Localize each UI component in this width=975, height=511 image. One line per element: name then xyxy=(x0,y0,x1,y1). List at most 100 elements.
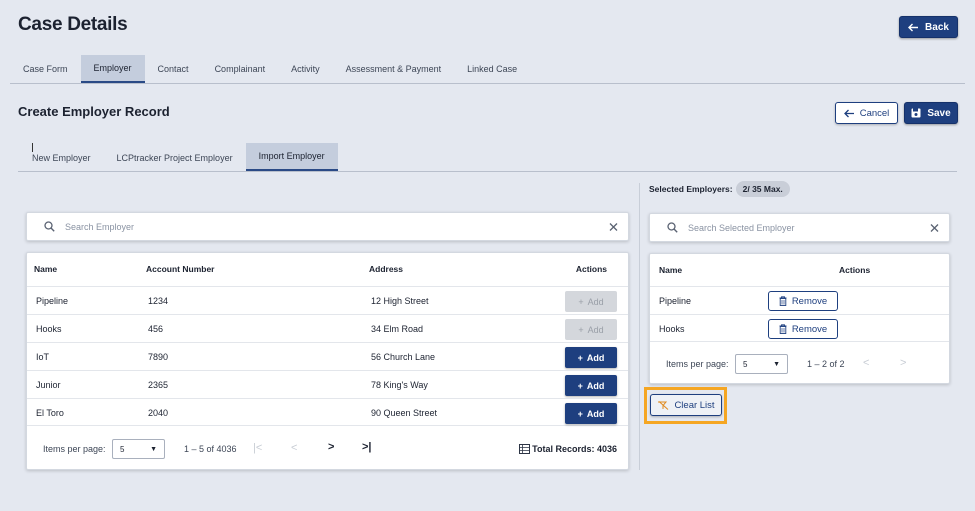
cell-address: 34 Elm Road xyxy=(371,324,424,334)
table-row: IoT 7890 56 Church Lane + Add xyxy=(27,342,628,370)
page-range: 1 – 5 of 4036 xyxy=(184,444,237,454)
tab-label: Assessment & Payment xyxy=(345,64,442,74)
cell-account: 2040 xyxy=(148,408,169,418)
cell-address: 12 High Street xyxy=(371,296,429,306)
tab-activity[interactable]: Activity xyxy=(278,55,333,83)
paginator: Items per page: xyxy=(43,439,106,459)
total-records-label: Total Records: 4036 xyxy=(532,444,617,454)
tab-complainant[interactable]: Complainant xyxy=(202,55,279,83)
page-size-select[interactable]: 5 ▼ xyxy=(112,439,165,459)
column-header-name: Name xyxy=(659,265,683,275)
tab-label: Complainant xyxy=(214,64,266,74)
tab-label: Employer xyxy=(93,63,132,73)
tab-label: Activity xyxy=(291,64,320,74)
previous-page-icon[interactable]: < xyxy=(291,442,297,454)
cell-account: 7890 xyxy=(148,352,169,362)
cell-address: 78 King's Way xyxy=(371,380,428,390)
column-header-name: Name xyxy=(34,264,58,274)
back-button[interactable]: Back xyxy=(899,16,958,38)
tabs-divider xyxy=(10,83,965,84)
last-page-icon[interactable]: >| xyxy=(362,441,372,453)
cell-name: Hooks xyxy=(36,324,62,334)
tab-import-employer[interactable]: Import Employer xyxy=(245,143,338,171)
employer-table: Name Account Number Address Actions Pipe… xyxy=(26,252,629,470)
items-per-page-label: Items per page: xyxy=(666,359,729,369)
trash-icon xyxy=(779,296,787,306)
tab-linked-case[interactable]: Linked Case xyxy=(454,55,530,83)
tab-case-form[interactable]: Case Form xyxy=(10,55,81,83)
save-label: Save xyxy=(927,107,951,119)
table-row: Hooks 456 34 Elm Road + Add xyxy=(27,314,628,342)
page-range: 1 – 2 of 2 xyxy=(807,359,845,369)
clear-list-label: Clear List xyxy=(674,399,715,411)
add-label: Add xyxy=(586,380,605,391)
table-row: Hooks Remove xyxy=(650,314,949,342)
search-icon xyxy=(44,221,55,232)
add-label: Add xyxy=(587,324,604,335)
tab-new-employer[interactable]: New Employer xyxy=(20,143,104,171)
next-page-icon[interactable]: > xyxy=(328,441,334,453)
tab-label: Linked Case xyxy=(467,64,518,74)
items-per-page-label: Items per page: xyxy=(43,444,106,454)
arrow-left-icon xyxy=(843,109,855,118)
selected-employers-header: Selected Employers: 2/ 35 Max. xyxy=(649,181,790,197)
page-size-value: 5 xyxy=(120,444,125,454)
remove-label: Remove xyxy=(791,295,828,307)
table-row: El Toro 2040 90 Queen Street + Add xyxy=(27,398,628,426)
add-button[interactable]: + Add xyxy=(565,347,617,368)
tab-contact[interactable]: Contact xyxy=(145,55,202,83)
clear-search-icon[interactable] xyxy=(930,223,939,232)
tab-assessment-payment[interactable]: Assessment & Payment xyxy=(333,55,455,83)
tab-label: Contact xyxy=(157,64,189,74)
selected-search-input[interactable]: Search Selected Employer xyxy=(688,223,795,233)
add-button[interactable]: + Add xyxy=(565,291,617,312)
section-title: Create Employer Record xyxy=(18,104,170,119)
search-input[interactable]: Search Employer xyxy=(65,222,134,232)
page-size-value: 5 xyxy=(743,359,748,369)
plus-icon: + xyxy=(577,408,583,419)
cancel-button[interactable]: Cancel xyxy=(835,102,898,124)
cell-account: 456 xyxy=(148,324,164,334)
next-page-icon[interactable]: > xyxy=(900,357,906,369)
clear-search-icon[interactable] xyxy=(609,222,618,231)
cell-address: 56 Church Lane xyxy=(371,352,436,362)
selected-employer-search[interactable]: Search Selected Employer xyxy=(649,213,950,242)
panel-divider xyxy=(639,183,640,470)
plus-icon: + xyxy=(578,324,584,335)
add-button[interactable]: + Add xyxy=(565,375,617,396)
column-header-actions: Actions xyxy=(575,264,607,274)
caret-down-icon: ▼ xyxy=(773,360,780,368)
tab-employer[interactable]: Employer xyxy=(80,55,145,83)
table-row: Junior 2365 78 King's Way + Add xyxy=(27,370,628,398)
cell-name: Pipeline xyxy=(659,296,692,306)
page-size-select[interactable]: 5 ▼ xyxy=(735,354,788,374)
plus-icon: + xyxy=(577,352,583,363)
back-label: Back xyxy=(925,21,949,33)
cell-name: El Toro xyxy=(36,408,64,418)
add-button[interactable]: + Add xyxy=(565,403,617,424)
add-button[interactable]: + Add xyxy=(565,319,617,340)
cell-name: Junior xyxy=(36,380,61,390)
add-label: Add xyxy=(587,296,604,307)
trash-icon xyxy=(779,324,787,334)
save-button[interactable]: Save xyxy=(904,102,958,124)
tab-label: Case Form xyxy=(23,64,68,74)
column-header-actions: Actions xyxy=(839,265,871,275)
sub-tabs: New Employer LCPtracker Project Employer… xyxy=(20,143,338,171)
remove-button[interactable]: Remove xyxy=(768,319,838,339)
clear-list-button[interactable]: Clear List xyxy=(650,394,722,416)
column-header-account-number: Account Number xyxy=(146,264,215,274)
cell-account: 1234 xyxy=(148,296,169,306)
first-page-icon[interactable]: |< xyxy=(253,442,262,454)
selected-employers-label: Selected Employers: xyxy=(649,184,733,194)
plus-icon: + xyxy=(577,380,583,391)
add-label: Add xyxy=(586,352,605,363)
cancel-label: Cancel xyxy=(859,107,890,119)
tab-lcptracker-project-employer[interactable]: LCPtracker Project Employer xyxy=(104,143,246,171)
caret-down-icon: ▼ xyxy=(150,445,157,453)
table-icon xyxy=(519,444,531,454)
cell-address: 90 Queen Street xyxy=(371,408,438,418)
previous-page-icon[interactable]: < xyxy=(863,357,869,369)
remove-button[interactable]: Remove xyxy=(768,291,838,311)
employer-search[interactable]: Search Employer xyxy=(26,212,629,241)
